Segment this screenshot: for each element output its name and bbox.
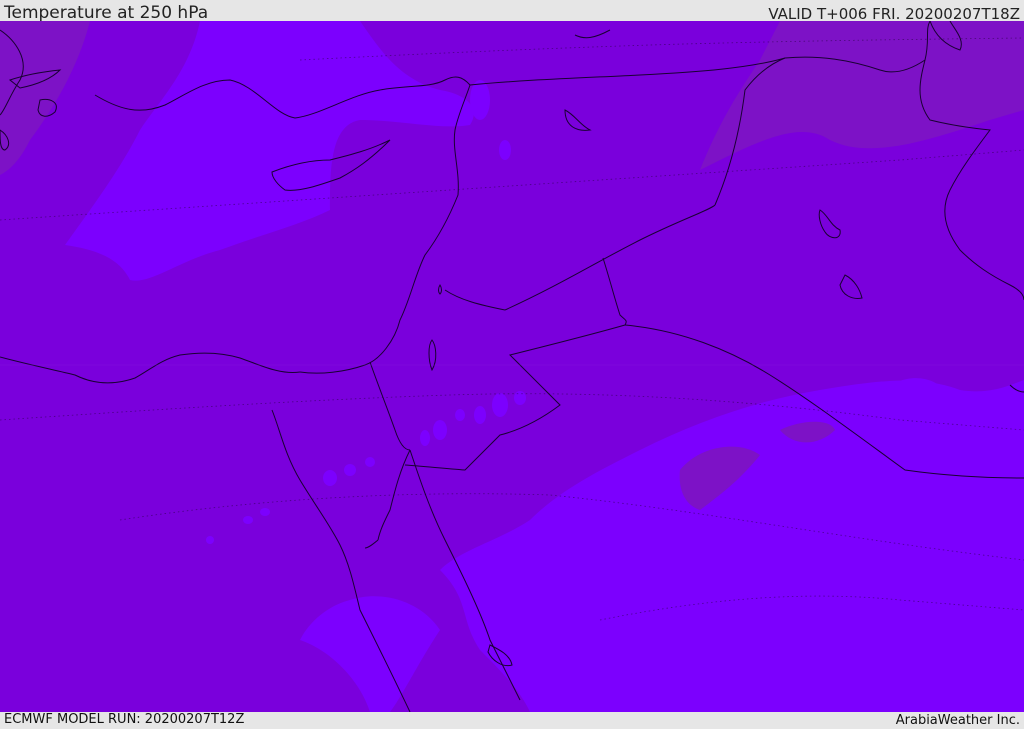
map-title: Temperature at 250 hPa xyxy=(4,3,209,23)
credit-label: ArabiaWeather Inc. xyxy=(895,713,1020,728)
header-bar: Temperature at 250 hPa VALID T+006 FRI. … xyxy=(0,0,1024,23)
weather-map xyxy=(0,21,1024,712)
model-run-label: ECMWF MODEL RUN: 20200207T12Z xyxy=(4,712,245,727)
map-canvas xyxy=(0,21,1024,712)
footer-bar: ECMWF MODEL RUN: 20200207T12Z ArabiaWeat… xyxy=(0,712,1024,729)
